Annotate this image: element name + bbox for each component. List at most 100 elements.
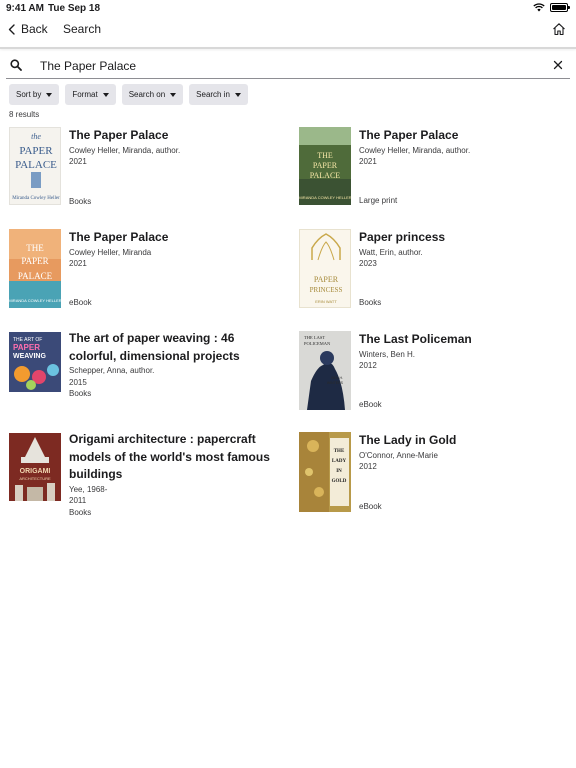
nav-divider <box>0 47 576 49</box>
result-year: 2021 <box>69 157 87 166</box>
result-year: 2015 <box>69 377 87 387</box>
svg-text:PAPER: PAPER <box>21 256 48 266</box>
svg-text:WINTERS: WINTERS <box>327 381 344 385</box>
book-cover: THE PAPER PALACE MIRANDA COWLEY HELLER <box>299 127 351 205</box>
nav-bar: Back Search <box>0 17 576 45</box>
result-info: Paper princess Watt, Erin, author. 2023 <box>359 229 569 270</box>
format-dropdown[interactable]: Format <box>65 84 116 105</box>
cover-art: THE LAST POLICEMAN BEN H. WINTERS <box>304 335 345 410</box>
caret-down-icon <box>234 92 241 97</box>
back-button[interactable]: Back <box>8 22 48 36</box>
chip-label: Format <box>72 90 98 99</box>
result-info: The Paper Palace Cowley Heller, Miranda … <box>69 229 279 270</box>
result-format: Books <box>69 389 92 398</box>
book-cover: THE LAST POLICEMAN BEN H. WINTERS <box>299 331 351 410</box>
result-author: Winters, Ben H. <box>359 349 416 359</box>
status-bar: 9:41 AM Tue Sep 18 <box>0 0 576 16</box>
svg-text:THE: THE <box>317 151 333 160</box>
battery-icon <box>550 3 570 12</box>
result-author: Cowley Heller, Miranda, author. <box>69 145 181 155</box>
page-title: Search <box>63 22 102 36</box>
result-title: The Paper Palace <box>69 230 169 244</box>
search-bar <box>6 55 570 79</box>
svg-text:PAPER: PAPER <box>314 275 339 284</box>
cover-art: THE LADY IN GOLD <box>299 432 349 512</box>
result-info: The art of paper weaving : 46 colorful, … <box>69 330 279 400</box>
chip-label: Sort by <box>16 90 42 99</box>
chip-label: Search in <box>196 90 230 99</box>
svg-text:IN: IN <box>336 469 342 474</box>
search-in-dropdown[interactable]: Search in <box>189 84 248 105</box>
book-cover: THE PAPER PALACE MIRANDA COWLEY HELLER <box>9 229 61 308</box>
home-icon[interactable] <box>552 22 566 36</box>
svg-text:PALACE: PALACE <box>310 171 340 180</box>
book-cover: THE LADY IN GOLD <box>299 432 351 512</box>
result-title: The Lady in Gold <box>359 433 457 447</box>
cover-art: PAPER PRINCESS ERIN WATT <box>310 233 343 304</box>
cover-art: ORIGAMI ARCHITECTURE <box>15 437 55 501</box>
result-year: 2023 <box>359 259 377 268</box>
status-icons <box>533 3 570 12</box>
svg-text:PAPER: PAPER <box>313 161 338 170</box>
result-info: The Paper Palace Cowley Heller, Miranda,… <box>69 127 279 168</box>
result-year: 2021 <box>69 259 87 268</box>
svg-text:THE: THE <box>26 243 44 253</box>
book-cover: ORIGAMI ARCHITECTURE <box>9 433 61 501</box>
filter-bar: Sort by Format Search on Search in <box>9 84 248 105</box>
result-title: The art of paper weaving : 46 colorful, … <box>69 331 240 363</box>
svg-text:PALACE: PALACE <box>15 159 57 171</box>
book-cover: the PAPER PALACE Miranda Cowley Heller <box>9 127 61 205</box>
caret-down-icon <box>102 92 109 97</box>
sort-by-dropdown[interactable]: Sort by <box>9 84 60 105</box>
result-author: O'Connor, Anne-Marie <box>359 450 438 460</box>
caret-down-icon <box>170 92 177 97</box>
svg-text:BEN H.: BEN H. <box>331 376 343 380</box>
svg-text:THE: THE <box>334 449 345 454</box>
svg-text:PAPER: PAPER <box>19 145 53 157</box>
result-format: Large print <box>359 196 398 205</box>
result-format: eBook <box>359 400 382 409</box>
svg-text:PAPER: PAPER <box>13 343 40 352</box>
result-title: Paper princess <box>359 230 446 244</box>
svg-text:PALACE: PALACE <box>18 271 53 281</box>
back-label: Back <box>21 22 48 36</box>
cover-art: THE PAPER PALACE MIRANDA COWLEY HELLER <box>9 229 61 308</box>
result-year: 2012 <box>359 462 377 471</box>
result-author: Schepper, Anna, author. <box>69 366 155 375</box>
result-info: Origami architecture : papercraft models… <box>69 431 279 518</box>
search-icon <box>10 59 22 71</box>
book-cover: PAPER PRINCESS ERIN WATT <box>299 229 351 308</box>
svg-text:PRINCESS: PRINCESS <box>310 286 343 294</box>
result-title: The Paper Palace <box>69 128 169 142</box>
cover-art: the PAPER PALACE Miranda Cowley Heller <box>12 132 60 201</box>
result-info: The Lady in Gold O'Connor, Anne-Marie 20… <box>359 432 569 473</box>
svg-text:ERIN WATT: ERIN WATT <box>315 299 337 304</box>
cover-art: THE PAPER PALACE MIRANDA COWLEY HELLER <box>299 127 351 205</box>
wifi-icon <box>533 3 545 12</box>
result-author: Cowley Heller, Miranda, author. <box>359 145 471 155</box>
svg-text:WEAVING: WEAVING <box>13 353 46 360</box>
result-format: Books <box>69 507 92 517</box>
close-icon[interactable] <box>552 59 564 71</box>
result-title: Origami architecture : papercraft models… <box>69 432 270 481</box>
result-year: 2021 <box>359 157 377 166</box>
svg-text:the: the <box>31 132 41 141</box>
result-format: eBook <box>359 502 382 511</box>
book-cover: THE ART OF PAPER WEAVING <box>9 332 61 392</box>
result-format: Books <box>359 298 382 307</box>
svg-text:ORIGAMI: ORIGAMI <box>20 468 51 475</box>
cover-art: THE ART OF PAPER WEAVING <box>13 337 59 390</box>
svg-text:Miranda Cowley Heller: Miranda Cowley Heller <box>12 196 60 201</box>
result-year: 2012 <box>359 361 377 370</box>
svg-text:ARCHITECTURE: ARCHITECTURE <box>19 476 51 481</box>
result-title: The Last Policeman <box>359 332 472 346</box>
search-input[interactable] <box>40 57 520 75</box>
svg-text:MIRANDA COWLEY HELLER: MIRANDA COWLEY HELLER <box>299 195 351 200</box>
result-format: eBook <box>69 298 92 307</box>
result-author: Watt, Erin, author. <box>359 247 423 257</box>
svg-text:MIRANDA COWLEY HELLER: MIRANDA COWLEY HELLER <box>9 298 61 303</box>
result-format: Books <box>69 197 92 206</box>
svg-text:GOLD: GOLD <box>332 479 347 484</box>
search-on-dropdown[interactable]: Search on <box>121 84 184 105</box>
chevron-left-icon <box>8 23 15 35</box>
